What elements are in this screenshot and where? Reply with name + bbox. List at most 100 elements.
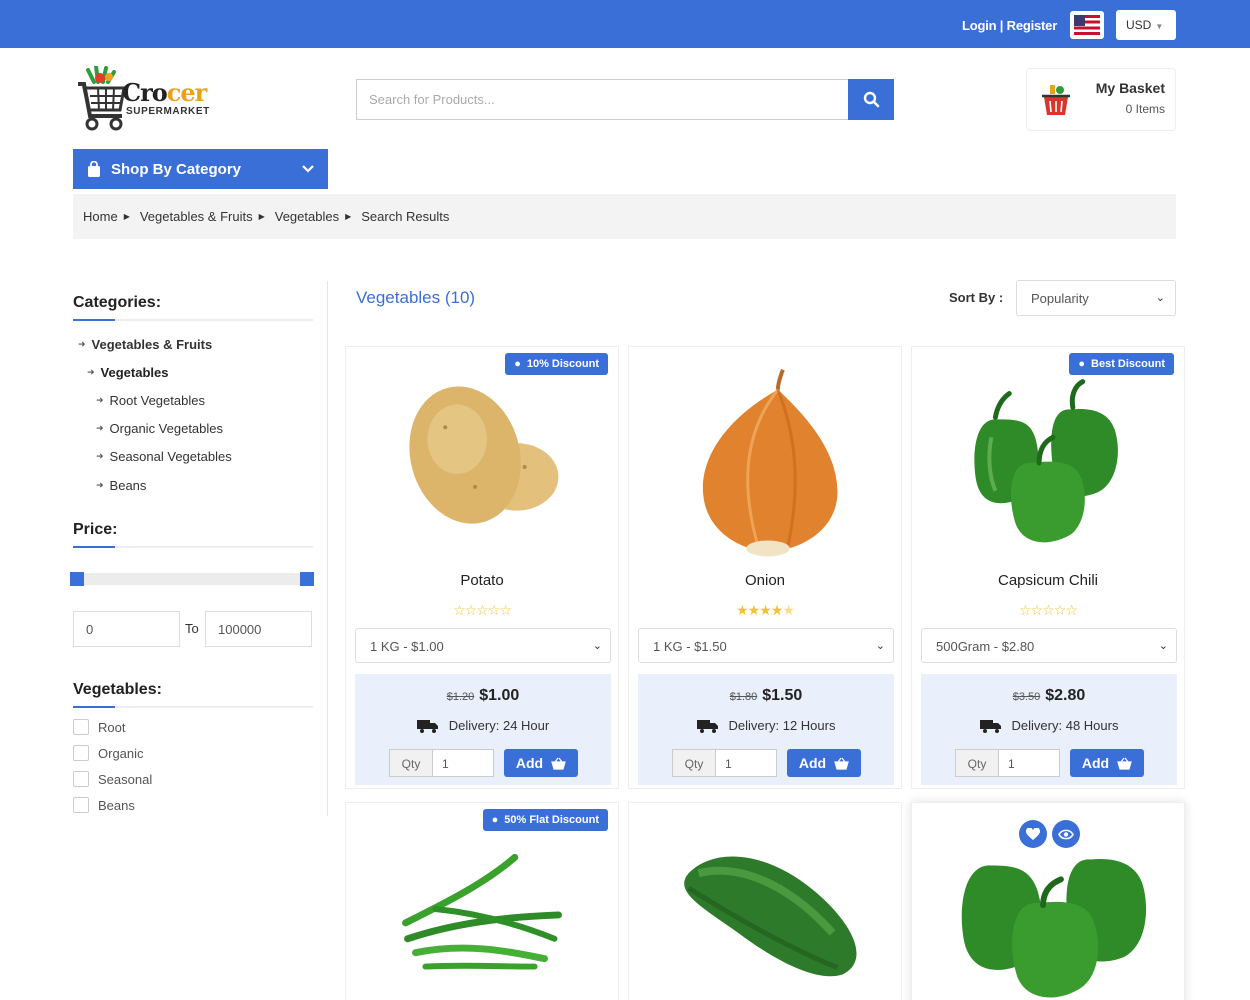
chevron-down-icon: ▼ [1155, 22, 1164, 31]
chevron-down-icon: ⌄ [875, 640, 885, 652]
price-box: $3.50 $2.80 Delivery: 48 Hours Qty 1 Add [921, 674, 1177, 785]
my-basket[interactable]: My Basket 0 Items [1026, 68, 1176, 131]
filter-seasonal[interactable]: Seasonal [73, 771, 152, 787]
arrow-right-icon: ➜ [96, 451, 104, 461]
add-to-basket-button[interactable]: Add [787, 749, 861, 777]
chevron-down-icon [302, 165, 314, 173]
old-price: $3.50 [1012, 691, 1041, 703]
price-to-label: To [185, 621, 199, 636]
price-title: Price: [73, 521, 118, 538]
divider [73, 319, 313, 321]
basket-count: 0 Items [1125, 102, 1165, 116]
search-icon [863, 91, 879, 108]
us-flag-icon[interactable] [1070, 11, 1104, 39]
breadcrumb: Home ▶ Vegetables & Fruits ▶ Vegetables ▶ S… [73, 194, 1176, 239]
checkbox[interactable] [73, 719, 89, 735]
star-icon: ☆ [499, 602, 512, 618]
star-icon: ☆ [476, 602, 489, 618]
sort-select[interactable]: Popularity ⌄ [1016, 280, 1176, 316]
arrow-right-icon: ➜ [96, 480, 104, 490]
capsicum-image [974, 379, 1118, 543]
add-to-basket-button[interactable]: Add [504, 749, 578, 777]
category-organic-vegetables[interactable]: ➜ Organic Vegetables [96, 421, 223, 436]
qty-input[interactable]: 1 [715, 749, 777, 777]
green-chili-image [402, 853, 562, 970]
basket-icon [1117, 757, 1132, 770]
breadcrumb-home[interactable]: Home [83, 209, 118, 224]
potato-image [409, 386, 559, 524]
price: $1.00 [479, 687, 520, 704]
variant-select[interactable]: 500Gram - $2.80 ⌄ [921, 628, 1177, 663]
category-vegetables[interactable]: ➜ Vegetables [87, 365, 168, 380]
breadcrumb-vegetables-fruits[interactable]: Vegetables & Fruits [140, 209, 253, 224]
logo-brand: Crocer [122, 78, 207, 107]
shop-by-category-label: Shop By Category [111, 160, 242, 178]
product-name[interactable]: Capsicum Chili [912, 572, 1184, 589]
chevron-down-icon: ⌄ [592, 640, 602, 652]
wishlist-heart-icon[interactable] [1019, 820, 1047, 848]
shopping-cart-logo-icon [78, 66, 126, 131]
cucumber-image [684, 856, 857, 977]
results-title: Vegetables (10) [356, 288, 476, 307]
shop-by-category-button[interactable]: Shop By Category [73, 149, 328, 189]
chevron-down-icon: ⌄ [1158, 640, 1168, 652]
divider [73, 546, 313, 548]
filter-root[interactable]: Root [73, 719, 125, 735]
basket-icon [834, 757, 849, 770]
logo[interactable]: Crocer SUPERMARKET [76, 64, 216, 134]
qty-input[interactable]: 1 [432, 749, 494, 777]
login-register-link[interactable]: Login | Register [962, 18, 1057, 33]
breadcrumb-current: Search Results [361, 209, 450, 224]
price-max-input[interactable]: 100000 [205, 611, 312, 647]
arrow-right-icon: ➜ [96, 423, 104, 433]
qty-input[interactable]: 1 [998, 749, 1060, 777]
search-input[interactable]: Search for Products... [356, 79, 849, 120]
category-root-vegetables[interactable]: ➜ Root Vegetables [96, 393, 205, 408]
slider-max-handle[interactable] [300, 572, 314, 586]
arrow-right-icon: ➜ [78, 339, 86, 349]
star-icon: ☆ [487, 602, 501, 618]
arrow-right-icon: ➜ [87, 367, 95, 377]
product-card-capsicum[interactable]: ● Best Discount Capsicum Chili ☆☆☆☆☆ 500G… [911, 346, 1185, 789]
currency-select[interactable]: USD ▼ [1116, 10, 1176, 40]
breadcrumb-vegetables[interactable]: Vegetables [275, 209, 339, 224]
slider-min-handle[interactable] [70, 572, 84, 586]
checkbox[interactable] [73, 797, 89, 813]
category-beans[interactable]: ➜ Beans [96, 478, 146, 493]
product-card-cucumber[interactable] [628, 802, 902, 1000]
category-vegetables-fruits[interactable]: ➜ Vegetables & Fruits [78, 337, 212, 352]
delivery-info: Delivery: 12 Hours [638, 718, 894, 733]
product-name[interactable]: Onion [629, 572, 901, 589]
add-to-basket-button[interactable]: Add [1070, 749, 1144, 777]
checkbox[interactable] [73, 745, 89, 761]
checkbox[interactable] [73, 771, 89, 787]
star-icon: ☆ [1053, 602, 1067, 618]
product-card-onion[interactable]: Onion ★★★★★ 1 KG - $1.50 ⌄ $1.80 $1.50 Del… [628, 346, 902, 789]
price-box: $1.80 $1.50 Delivery: 12 Hours Qty 1 Add [638, 674, 894, 785]
filter-beans[interactable]: Beans [73, 797, 135, 813]
product-card-potato[interactable]: ● 10% Discount Potato ☆☆☆☆☆ 1 KG - $1.00 ⌄… [345, 346, 619, 789]
delivery-info: Delivery: 24 Hour [355, 718, 611, 733]
star-icon: ☆ [1042, 602, 1055, 618]
star-icon: ★ [770, 602, 784, 618]
star-icon: ☆ [453, 602, 466, 618]
product-card-green-chili[interactable]: ● 50% Flat Discount [345, 802, 619, 1000]
search-button[interactable] [848, 79, 894, 120]
qty-label: Qty [672, 749, 716, 777]
basket-icon [551, 757, 566, 770]
price-range-slider[interactable] [70, 572, 314, 586]
tag-icon: ● [491, 814, 499, 826]
chevron-down-icon: ⌄ [1155, 292, 1165, 304]
product-name[interactable]: Potato [346, 572, 618, 589]
categories-title: Categories: [73, 294, 162, 311]
price-min-input[interactable]: 0 [73, 611, 180, 647]
logo-subtitle: SUPERMARKET [126, 106, 210, 117]
filter-organic[interactable]: Organic [73, 745, 144, 761]
category-seasonal-vegetables[interactable]: ➜ Seasonal Vegetables [96, 449, 232, 464]
product-card-capsicum-2[interactable] [911, 802, 1185, 1000]
onion-image [702, 369, 838, 557]
variant-select[interactable]: 1 KG - $1.00 ⌄ [355, 628, 611, 663]
caret-right-icon: ▶ [345, 212, 352, 221]
variant-select[interactable]: 1 KG - $1.50 ⌄ [638, 628, 894, 663]
quick-view-eye-icon[interactable] [1052, 820, 1080, 848]
